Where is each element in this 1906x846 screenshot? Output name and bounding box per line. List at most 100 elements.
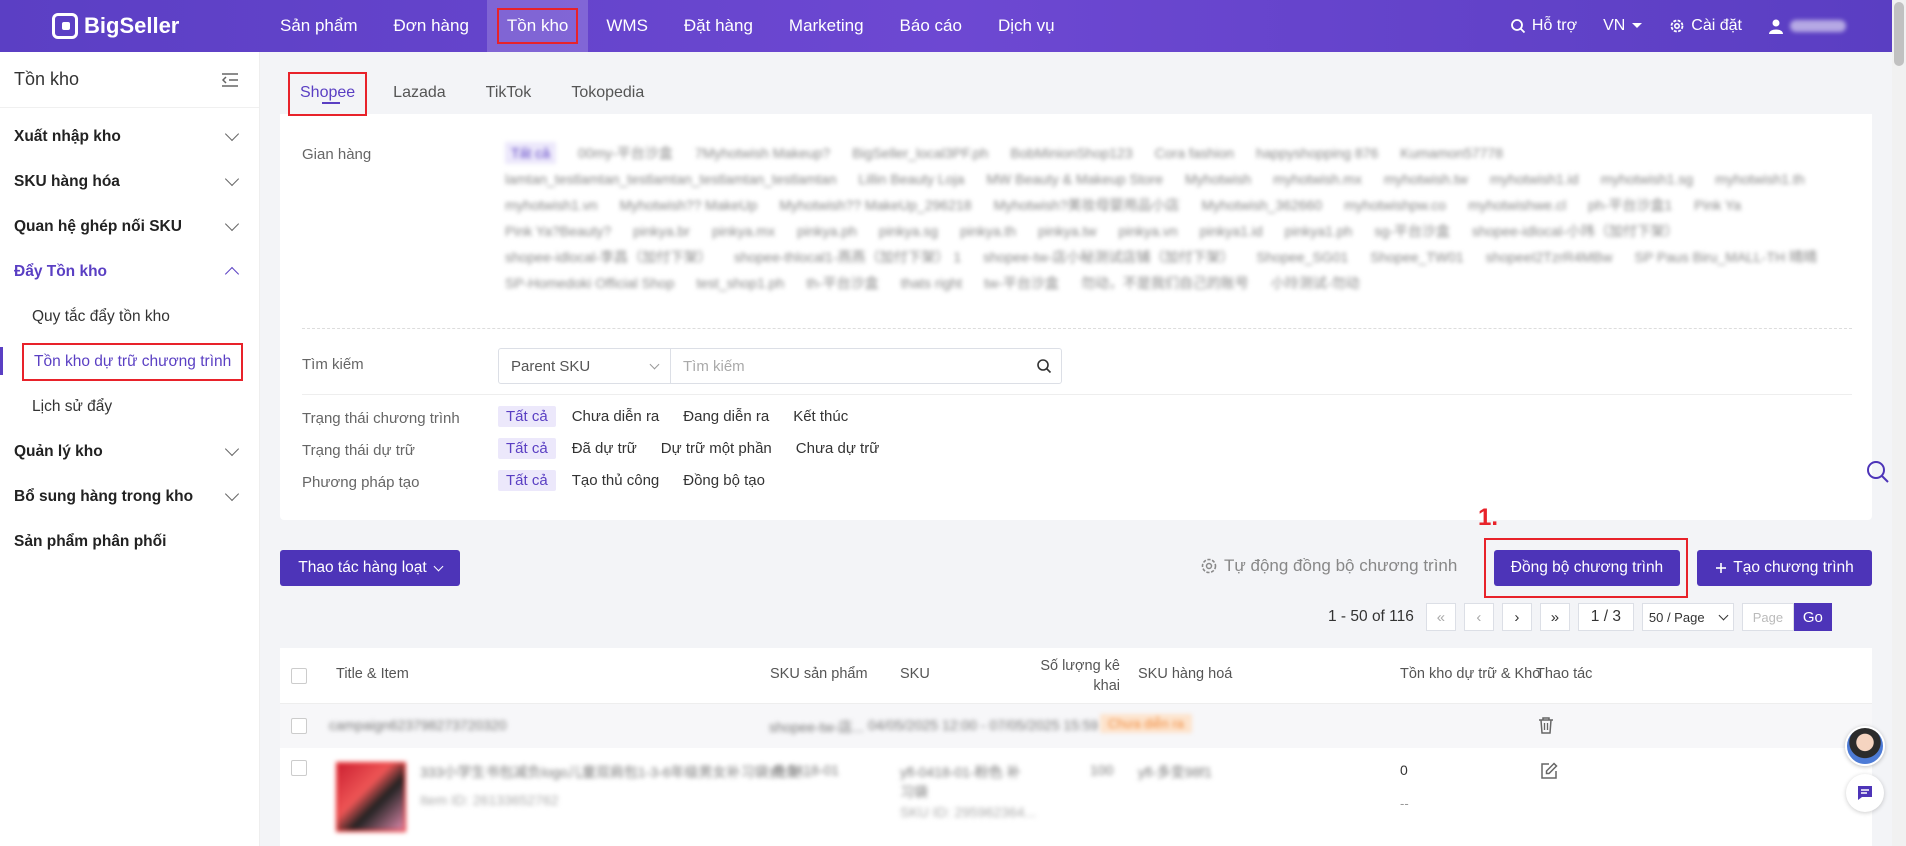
language-select[interactable]: VN [1603,17,1643,35]
store-option[interactable]: Myhotwish?美妆母婴用品小店 [994,194,1180,216]
store-option[interactable]: myhotwish1.th [1715,168,1804,190]
store-option[interactable]: pinkya.th [960,220,1016,242]
nav-reports[interactable]: Báo cáo [882,0,980,52]
tab-tiktok[interactable]: TikTok [466,84,552,114]
store-option[interactable]: shopee-idlocal-李昌（加付下架） [505,246,712,268]
sidebar-item-stock-in-out[interactable]: Xuất nhập kho [0,114,259,159]
sidebar-subitem-push-history[interactable]: Lịch sử đẩy [0,384,259,429]
support-link[interactable]: Hỗ trợ [1510,17,1577,35]
sidebar-item-sku-mapping[interactable]: Quan hệ ghép nối SKU [0,204,259,249]
trash-icon[interactable] [1538,716,1554,734]
store-option[interactable]: shopee-thlocal1-燕燕（加付下架） 1 [734,246,961,268]
store-option[interactable]: SP-Homedoki Official Shop [505,272,674,294]
method-all[interactable]: Tất cả [498,470,556,491]
prev-page-button[interactable]: ‹ [1463,603,1494,631]
nav-wms[interactable]: WMS [588,0,666,52]
store-option[interactable]: thats right [901,272,962,294]
next-page-button[interactable]: › [1501,603,1532,631]
search-type-select[interactable]: Parent SKU [499,349,671,383]
store-option[interactable]: Cora fashion [1155,142,1234,164]
bigseller-logo[interactable]: BigSeller [52,13,222,39]
store-option[interactable]: Kumamon57778 [1400,142,1503,164]
sidebar-item-distribution[interactable]: Sản phẩm phân phối [0,519,259,564]
store-option[interactable]: ph-平台沙盒1 [1588,194,1672,216]
page-size-select[interactable]: 50 / Page [1641,603,1734,631]
store-option[interactable]: pinkya.vn [1118,220,1177,242]
store-option[interactable]: pinkya.ph [797,220,857,242]
store-option[interactable]: Shopee_TW01 [1370,246,1463,268]
store-option[interactable]: myhotwish1.sg [1601,168,1694,190]
nav-purchase[interactable]: Đặt hàng [666,0,771,52]
go-button[interactable]: Go [1793,603,1832,631]
store-option[interactable]: SP Paus Biru_MALL-TH 晴晴 [1635,246,1818,268]
nav-products[interactable]: Sản phẩm [262,0,376,52]
reserve-status-none[interactable]: Chưa dự trữ [788,438,887,459]
tab-shopee[interactable]: Shopee [287,72,368,116]
program-status-ongoing[interactable]: Đang diễn ra [675,406,777,427]
reserve-status-reserved[interactable]: Đã dự trữ [564,438,645,459]
search-input[interactable]: Tìm kiếm [671,349,1027,383]
row-checkbox[interactable] [291,718,307,734]
program-status-all[interactable]: Tất cả [498,406,556,427]
store-option[interactable]: pinkya.sg [879,220,938,242]
method-manual[interactable]: Tạo thủ công [564,470,668,491]
page-jump-input[interactable]: Page [1741,603,1794,631]
store-option[interactable]: myhotwish1.vn [505,194,598,216]
store-option[interactable]: myhotwish.mx [1273,168,1362,190]
search-button[interactable] [1027,358,1061,374]
store-option[interactable]: pinkya.br [633,220,690,242]
tab-tokopedia[interactable]: Tokopedia [551,84,664,114]
store-option[interactable]: pinkya.tw [1038,220,1096,242]
store-option[interactable]: sg-平台沙盒 [1374,220,1449,242]
store-option[interactable]: BigSeller_local3PF.ph [852,142,988,164]
store-option[interactable]: Shopee_SG01 [1256,246,1348,268]
store-option[interactable]: 7Myhotwish Makeup? [695,142,830,164]
store-option[interactable]: 00my-平台沙盒 [578,142,673,164]
nav-orders[interactable]: Đơn hàng [376,0,487,52]
store-option[interactable]: Myhotwish [1185,168,1251,190]
sidebar-item-stock-push[interactable]: Đẩy Tồn kho [0,249,259,294]
sidebar-item-replenishment[interactable]: Bổ sung hàng trong kho [0,474,259,519]
store-option[interactable]: Myhotwish?? MakeUp_296218 [779,194,971,216]
store-option[interactable]: tw-平台沙盒 [984,272,1059,294]
store-option[interactable]: myhotwishpw.co [1344,194,1446,216]
store-option[interactable]: test_shop1.ph [696,272,784,294]
row-checkbox[interactable] [291,760,307,776]
tab-lazada[interactable]: Lazada [373,84,466,114]
store-option[interactable]: pinkya1.id [1200,220,1263,242]
search-icon[interactable] [1866,460,1890,484]
scrollbar-thumb[interactable] [1894,2,1904,66]
sidebar-subitem-push-rules[interactable]: Quy tắc đẩy tồn kho [0,294,259,339]
store-option[interactable]: myhotwishwe.cl [1468,194,1566,216]
sidebar-item-merchant-sku[interactable]: SKU hàng hóa [0,159,259,204]
store-option[interactable]: BobMinionShop123 [1010,142,1132,164]
store-option[interactable]: 小玲测试-勿动 [1271,272,1360,294]
assistant-avatar[interactable] [1845,726,1885,766]
auto-sync-setting[interactable]: Tự động đồng bộ chương trình [1200,556,1457,576]
nav-services[interactable]: Dịch vụ [980,0,1073,52]
reserve-status-partial[interactable]: Dự trữ một phần [653,438,780,459]
chat-button[interactable] [1846,774,1884,812]
nav-inventory[interactable]: Tồn kho [486,0,589,52]
method-sync[interactable]: Đồng bộ tạo [675,470,773,491]
store-option[interactable]: 勿动，不是我们自己的账号 [1081,272,1249,294]
sync-campaign-button[interactable]: Đồng bộ chương trình [1494,550,1680,586]
store-option[interactable]: pinkya.mx [712,220,775,242]
bulk-actions-button[interactable]: Thao tác hàng loạt [280,550,460,586]
reserve-status-all[interactable]: Tất cả [498,438,556,459]
settings-link[interactable]: Cài đặt [1669,17,1742,35]
store-option[interactable]: happyshopping 876 [1256,142,1378,164]
store-option[interactable]: pinkya1.ph [1285,220,1353,242]
create-campaign-button[interactable]: Tạo chương trình [1697,550,1872,586]
store-option[interactable]: Myhotwish_362660 [1201,194,1322,216]
edit-icon[interactable] [1540,762,1558,780]
program-status-ended[interactable]: Kết thúc [785,406,856,427]
user-menu[interactable] [1768,18,1846,34]
page-scrollbar[interactable] [1892,0,1906,846]
store-option[interactable]: th-平台沙盒 [806,272,878,294]
store-option[interactable]: lamtan_testlamtan_testlamtan_testlamtan_… [505,168,837,190]
store-option[interactable]: myhotwish1.id [1490,168,1579,190]
store-option[interactable]: MW Beauty & Makeup Store [986,168,1163,190]
store-option[interactable]: shopee-tw-店小秘测试店铺（加付下架） [983,246,1234,268]
collapse-sidebar-icon[interactable] [221,72,239,88]
